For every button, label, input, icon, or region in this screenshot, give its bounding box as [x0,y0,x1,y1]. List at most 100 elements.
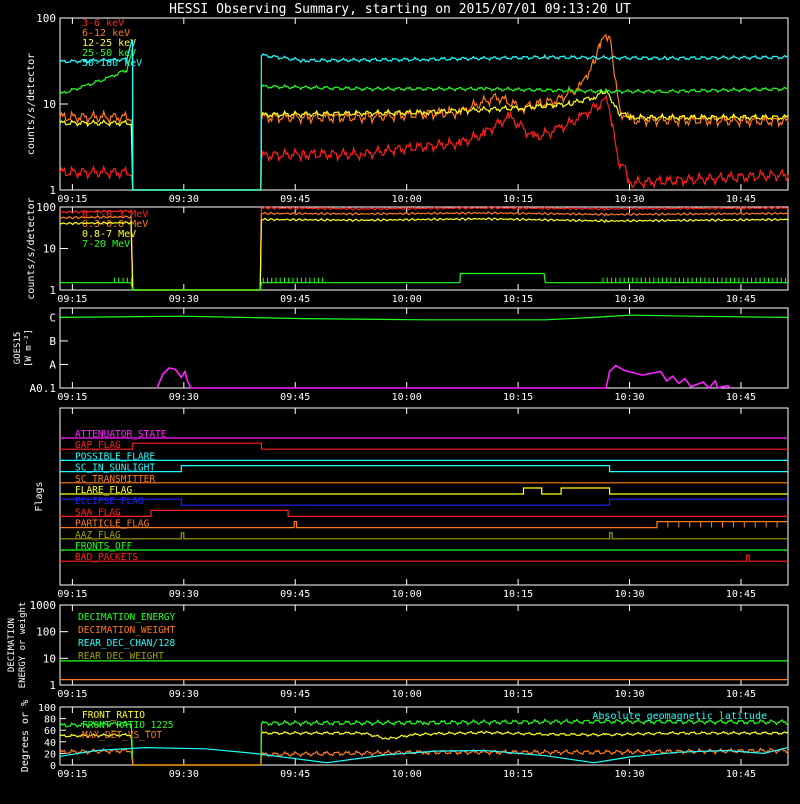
panel-5-ytick-label: 100 [36,626,56,639]
time-tick-label: 10:00 [392,689,422,700]
time-tick-label: 09:30 [169,769,199,780]
time-tick-label: 10:45 [726,194,756,205]
time-tick-label: 10:45 [726,689,756,700]
panel-3-ylabel: GOES15 [13,332,23,365]
panel-5-legend-entry: REAR_DEC_WEIGHT [78,651,164,662]
flag-label: GAP_FLAG [75,440,121,451]
time-tick-label: 10:15 [503,689,533,700]
panel-1-ytick-label: 1 [49,184,56,197]
time-tick-label: 10:15 [503,392,533,403]
flag-label: BAD_PACKETS [75,552,138,563]
panel-6-ytick-label: 20 [44,749,56,760]
flag-line-1 [60,442,788,450]
flag-label: PARTICLE_FLAG [75,519,150,530]
panel-2-legend-entry: 7-20 MeV [82,239,130,250]
panel-6-legend-entry: MAX_DET_VS_TOT [82,730,162,741]
panel-6-ytick-label: 40 [44,738,56,749]
flag-line-6 [60,498,788,506]
panel-5-legend-entry: DECIMATION_WEIGHT [78,625,176,636]
time-tick-label: 10:45 [726,392,756,403]
panel-3-ytick-label: B [49,335,56,348]
time-tick-label: 09:45 [280,689,310,700]
panel-5-ylabel-2: ENERGY or weight [18,602,28,689]
panel-1-legend-entry: 50-100 keV [82,58,142,69]
summary-figure: HESSI Observing Summary, starting on 201… [7,2,789,780]
panel-2-ylabel: counts/s/detector [26,197,37,299]
panel-6-annotation: Absolute geomagnetic latitude [592,711,767,722]
flag-line-9 [60,532,788,540]
panel-2-spikes [114,277,787,283]
time-tick-label: 10:15 [503,294,533,305]
time-tick-label: 10:15 [503,769,533,780]
panel-6-ytick-label: 80 [44,715,56,726]
panel-2-series-1 [59,211,789,291]
time-tick-label: 09:45 [280,294,310,305]
panel-4-ylabel: Flags [34,481,45,511]
panel-3-ytick-label: A0.1 [30,382,57,395]
time-tick-label: 10:00 [392,194,422,205]
flag-label: SAA_FLAG [75,507,121,518]
panel-6-ylabel: Degrees or % [20,700,31,772]
panel-6-series-3 [59,746,789,764]
flag-label: SC_IN_SUNLIGHT [75,463,155,474]
flag-label: FRONTS_OFF [75,541,132,552]
panel-6-ytick-label: 60 [44,726,56,737]
panel-3-ytick-label: A [49,358,56,371]
time-tick-label: 09:15 [57,392,87,403]
panel-6-ytick-label: 100 [38,703,56,714]
panel-6-ytick-label: 0 [50,761,56,772]
panel-1-series-2 [59,88,789,191]
time-tick-label: 10:45 [726,769,756,780]
time-tick-label: 09:15 [57,589,87,600]
flag-label: POSSIBLE_FLARE [75,451,155,462]
panel-3-ytick-label: C [49,311,56,324]
particle-flag-pulses [656,521,778,528]
panel-5-ytick-label: 10 [43,652,56,665]
time-tick-label: 10:00 [392,769,422,780]
time-tick-label: 10:00 [392,294,422,305]
time-tick-label: 10:30 [614,294,644,305]
time-tick-label: 10:15 [503,194,533,205]
time-tick-label: 09:15 [57,689,87,700]
time-tick-label: 09:30 [169,589,199,600]
time-tick-label: 10:30 [614,769,644,780]
panel-5-ytick-label: 1 [49,679,56,692]
time-tick-label: 10:30 [614,392,644,403]
time-tick-label: 10:45 [726,589,756,600]
time-tick-label: 09:30 [169,194,199,205]
flag-label: SC_TRANSMITTER [75,474,155,485]
panel-2-series-2 [59,217,789,291]
time-tick-label: 09:30 [169,294,199,305]
flag-line-11 [60,554,788,562]
time-tick-label: 09:45 [280,392,310,403]
time-tick-label: 09:45 [280,769,310,780]
flag-label: FLARE_FLAG [75,485,132,496]
panel-1-series-0 [59,95,789,191]
panel-3-series-0 [59,314,789,321]
panel-6-series-2 [59,747,789,766]
panel-5-ylabel: DECIMATION [7,618,17,672]
time-tick-label: 09:45 [280,194,310,205]
flag-label: ECLIPSE_FLAG [75,496,144,507]
flag-label: ATTENUATOR_STATE [75,429,167,440]
time-tick-label: 10:00 [392,589,422,600]
time-tick-label: 09:15 [57,194,87,205]
panel-1-ytick-label: 10 [43,98,56,111]
panel-3-ylabel-units: [W m⁻²] [24,329,34,367]
time-tick-label: 10:30 [614,689,644,700]
panel-3-series-1 [156,364,732,390]
time-tick-label: 09:30 [169,392,199,403]
panel-1-frame [59,17,789,191]
flag-label: AAZ_FLAG [75,530,121,541]
panel-2-ytick-label: 100 [36,201,56,214]
time-tick-label: 09:45 [280,589,310,600]
observing-summary: HESSI Observing Summary, starting on 201… [0,0,800,800]
flag-line-3 [60,465,788,473]
panel-1-ylabel: counts/s/detector [26,53,37,155]
time-tick-label: 10:30 [614,589,644,600]
panel-5-legend-entry: DECIMATION_ENERGY [78,612,176,623]
figure-title: HESSI Observing Summary, starting on 201… [169,2,631,17]
time-tick-label: 10:30 [614,194,644,205]
panel-2-ytick-label: 1 [49,284,56,297]
panel-5-legend-entry: REAR_DEC_CHAN/128 [78,638,176,649]
